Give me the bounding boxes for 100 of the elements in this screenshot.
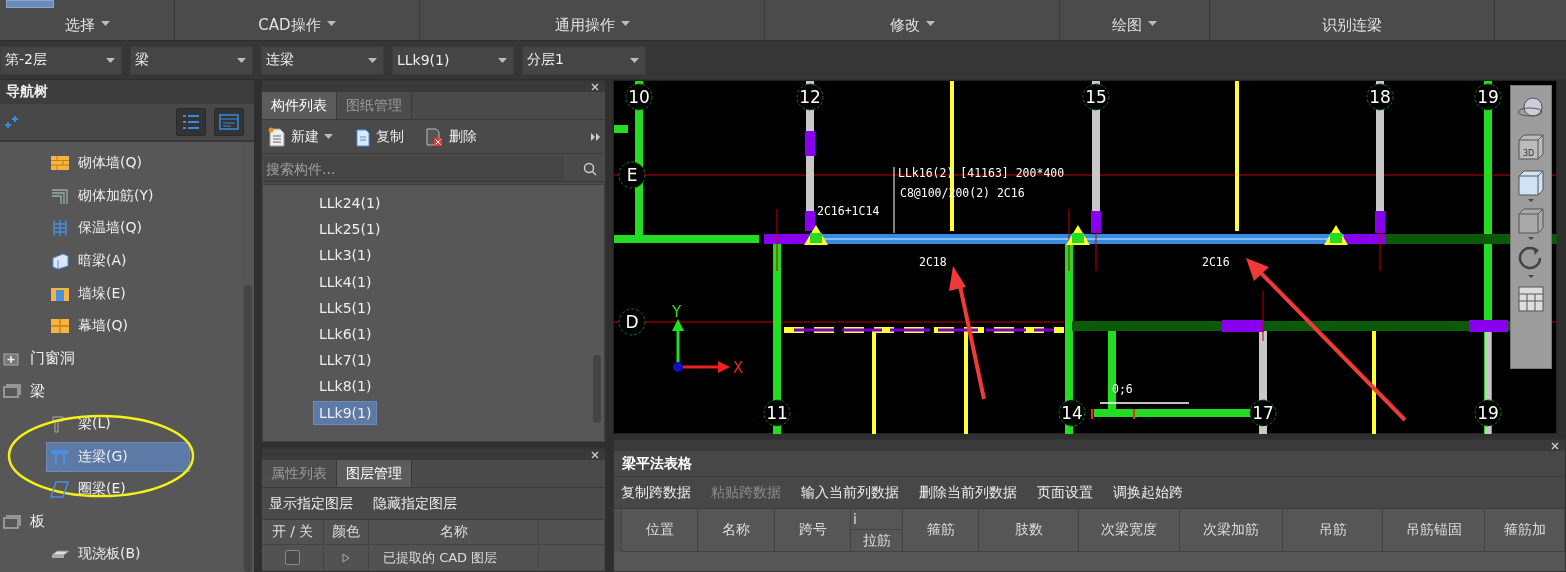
column-header: 次梁宽度 (1079, 509, 1180, 552)
caret-icon (630, 57, 639, 63)
toolbar-button[interactable]: 调换起始跨 (1111, 481, 1185, 504)
ribbon-group-label: CAD操作 (258, 16, 321, 35)
close-icon[interactable] (591, 450, 599, 459)
list-icon (182, 114, 200, 130)
link-beam-icon (50, 447, 70, 466)
panel-title: 梁平法表格 (614, 451, 1565, 477)
dropdown[interactable]: 第-2层 (0, 45, 122, 75)
list-item[interactable]: LLk4(1) (313, 269, 378, 294)
tree-group[interactable]: 门窗洞 (2, 349, 75, 369)
rebar-mark (1091, 408, 1093, 420)
grid-bubble: 11 (763, 399, 791, 427)
column-header: 肢数 (979, 509, 1079, 552)
list-item[interactable]: LLk3(1) (313, 243, 378, 268)
dropdown[interactable]: LLk9(1) (392, 45, 514, 75)
column-header: 位置 (622, 509, 698, 552)
more-icon[interactable] (591, 132, 601, 141)
folder-open-icon[interactable] (2, 383, 22, 400)
ribbon-group-label: 识别连梁 (1322, 16, 1382, 35)
tree-group[interactable]: 板 (2, 512, 45, 532)
expand-arrow-icon[interactable] (342, 552, 350, 563)
close-icon[interactable] (1551, 441, 1559, 450)
list-item[interactable]: LLk6(1) (313, 321, 378, 346)
toolbar-button[interactable]: 隐藏指定图层 (371, 492, 459, 515)
tree-group[interactable]: 梁 (2, 381, 45, 401)
column-header: 次梁加筋 (1180, 509, 1283, 552)
list-view-button[interactable] (176, 108, 206, 136)
column-segment (1091, 211, 1101, 233)
list-item[interactable]: LLk24(1) (313, 191, 387, 215)
checkbox[interactable] (285, 550, 300, 565)
sparkle-icon[interactable] (4, 115, 20, 129)
toolbar-button[interactable]: 复制 (351, 124, 406, 149)
axis-indicator: Y X (672, 303, 744, 377)
ribbon-group-label: 通用操作 (554, 16, 615, 35)
list-item[interactable]: LLk8(1) (313, 374, 378, 399)
rebar-icon (50, 186, 70, 205)
curtain-wall-icon (50, 317, 70, 336)
tree-item[interactable]: 圈梁(E) (46, 474, 190, 505)
toolbar-button[interactable]: 复制跨数据 (619, 481, 693, 504)
ribbon-group-label: 选择 (64, 16, 95, 35)
dropdown[interactable]: 连梁 (261, 45, 384, 75)
grid-bubble: 15 (1082, 83, 1110, 111)
grid-bubble: 17 (1249, 399, 1277, 427)
tree-item[interactable]: 墙垛(E) (46, 278, 190, 309)
grid-bubble: 19 (1474, 83, 1502, 111)
rebar-mark (1133, 408, 1135, 420)
tree-item[interactable]: 保温墙(Q) (46, 213, 190, 244)
tree-item[interactable]: 现浇板(B) (46, 539, 190, 570)
search-field[interactable]: 搜索构件... (264, 156, 564, 181)
toolbar-button[interactable]: 删除 (422, 124, 479, 149)
toolbar-button[interactable]: 页面设置 (1035, 481, 1095, 504)
grid-bubble: 14 (1058, 399, 1086, 427)
window-icon (219, 114, 239, 130)
tree-item[interactable]: 暗梁(A) (46, 246, 190, 277)
toolbar-button[interactable]: 删除当前列数据 (917, 481, 1019, 504)
tree-item[interactable]: 梁(L) (46, 409, 190, 440)
axis-line (1068, 208, 1070, 272)
tree-item[interactable]: 连梁(G) (46, 441, 190, 472)
beam-annotation: 2C16 (1202, 255, 1230, 269)
dropdown[interactable]: 梁 (130, 45, 253, 75)
close-icon[interactable] (591, 82, 599, 91)
tree-item[interactable]: 砌体加筋(Y) (46, 180, 190, 211)
list-item[interactable]: LLk9(1) (313, 400, 378, 425)
folder-open-icon[interactable] (2, 513, 22, 530)
delete-icon (424, 126, 444, 147)
beam-annotation: 2C16+1C14 (817, 204, 880, 218)
list-item[interactable]: LLk5(1) (313, 295, 378, 320)
column-header: 箍筋加 (1485, 509, 1565, 552)
toolbar-button[interactable]: 显示指定图层 (267, 492, 355, 515)
grid-bubble: D (618, 308, 646, 336)
column-header: 开 / 关 (262, 520, 324, 545)
column-header: i (851, 509, 903, 530)
leader-line (893, 166, 895, 234)
tab[interactable]: 构件列表 (262, 92, 337, 119)
toolbar-button[interactable]: 输入当前列数据 (799, 481, 901, 504)
tree-item[interactable]: 砌体墙(Q) (46, 148, 190, 179)
caret-icon (237, 57, 246, 63)
search-icon[interactable] (583, 161, 597, 176)
beam-annotation: 2C18 (919, 255, 947, 269)
new-document-icon (268, 126, 286, 147)
tab[interactable]: 图层管理 (337, 460, 412, 487)
list-item[interactable]: LLk7(1) (313, 348, 378, 373)
caret-icon (106, 57, 115, 63)
beam-segment (1469, 320, 1508, 332)
grid-bubble: 19 (1474, 399, 1502, 427)
ribbon-group-label: 绘图 (1112, 16, 1142, 35)
panel-view-button[interactable] (214, 108, 244, 136)
dropdown[interactable]: 分层1 (522, 45, 646, 75)
brick-wall-icon (50, 154, 70, 173)
axis-line (1379, 230, 1381, 272)
support-marker (1324, 225, 1348, 245)
ribbon-group-label: 修改 (889, 16, 920, 35)
toolbar-button[interactable]: 新建 (266, 124, 335, 149)
folder-plus-icon[interactable] (2, 350, 22, 367)
column-header: 名称 (698, 509, 775, 552)
list-item[interactable]: LLk25(1) (313, 217, 387, 242)
column-segment (1375, 211, 1385, 233)
tree-item[interactable]: 幕墙(Q) (46, 311, 190, 342)
support-marker (1066, 225, 1090, 245)
